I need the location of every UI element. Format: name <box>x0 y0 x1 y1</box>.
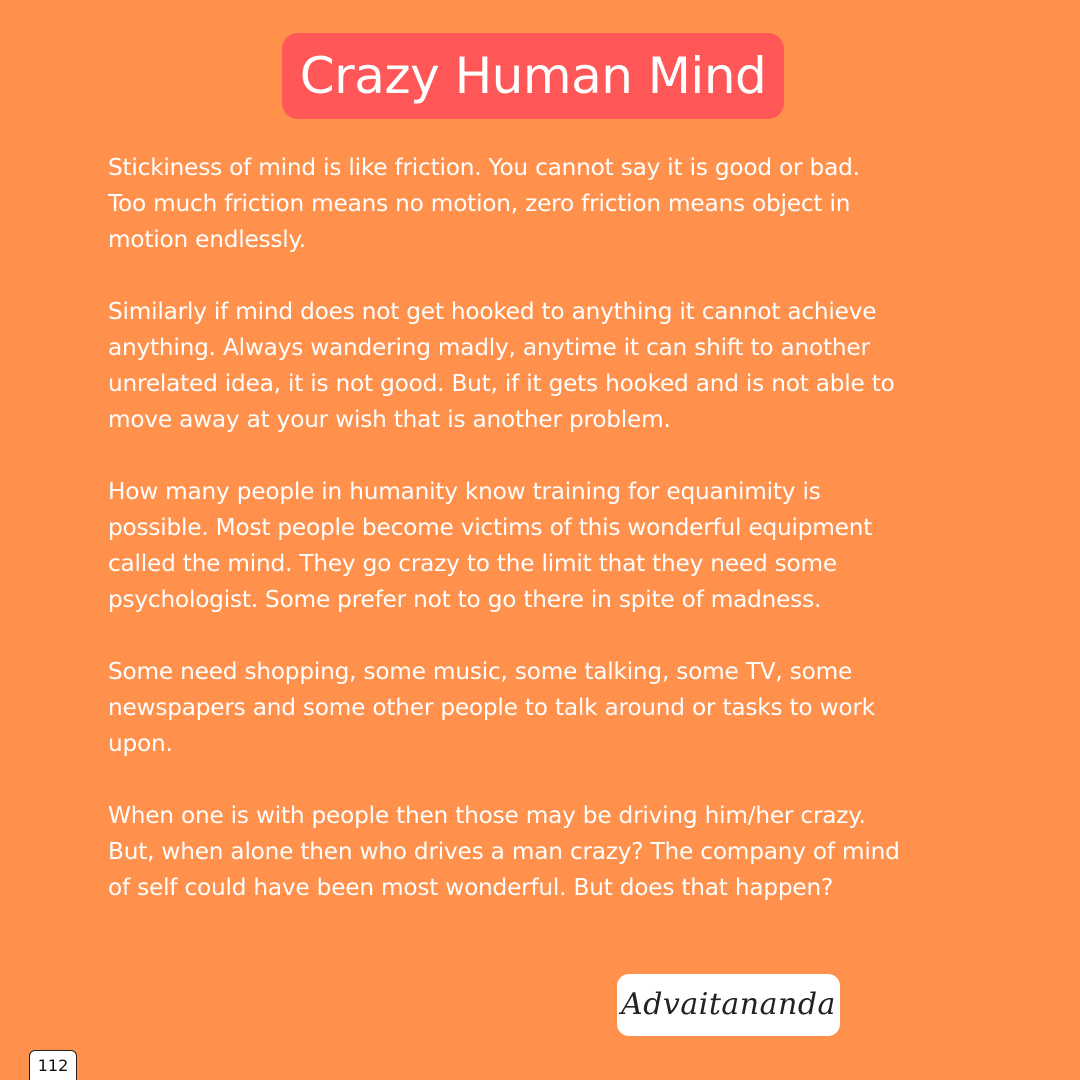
text-line: newspapers and some other people to talk… <box>108 694 875 721</box>
text-line: possible. Most people become victims of … <box>108 514 873 541</box>
text-line: move away at your wish that is another p… <box>108 406 671 433</box>
paragraph-5: When one is with people then those may b… <box>108 798 1008 906</box>
page-number: 112 <box>29 1050 77 1080</box>
paragraph-2: Similarly if mind does not get hooked to… <box>108 294 1008 438</box>
signature-badge: Advaitananda <box>617 974 840 1036</box>
paragraph-4: Some need shopping, some music, some tal… <box>108 654 1008 762</box>
text-line: of self could have been most wonderful. … <box>108 874 834 901</box>
text-line: called the mind. They go crazy to the li… <box>108 550 837 577</box>
text-line: Too much friction means no motion, zero … <box>108 190 851 217</box>
body-text: Stickiness of mind is like friction. You… <box>108 150 1008 942</box>
text-line: Some need shopping, some music, some tal… <box>108 658 853 685</box>
text-line: When one is with people then those may b… <box>108 802 866 829</box>
page-title: Crazy Human Mind <box>299 47 767 105</box>
text-line: But, when alone then who drives a man cr… <box>108 838 900 865</box>
text-line: unrelated idea, it is not good. But, if … <box>108 370 895 397</box>
text-line: motion endlessly. <box>108 226 306 253</box>
text-line: Similarly if mind does not get hooked to… <box>108 298 877 325</box>
paragraph-1: Stickiness of mind is like friction. You… <box>108 150 1008 258</box>
author-signature: Advaitananda <box>621 987 836 1022</box>
text-line: How many people in humanity know trainin… <box>108 478 821 505</box>
text-line: anything. Always wandering madly, anytim… <box>108 334 870 361</box>
text-line: Stickiness of mind is like friction. You… <box>108 154 860 181</box>
text-line: psychologist. Some prefer not to go ther… <box>108 586 822 613</box>
text-line: upon. <box>108 730 173 757</box>
title-banner: Crazy Human Mind <box>282 33 784 119</box>
paragraph-3: How many people in humanity know trainin… <box>108 474 1008 618</box>
